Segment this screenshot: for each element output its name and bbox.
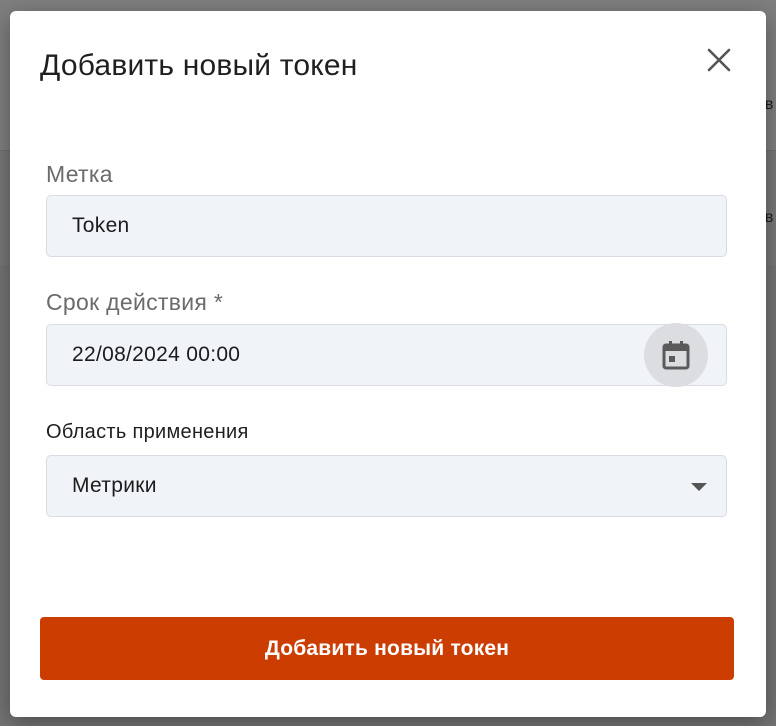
dialog-title: Добавить новый токен	[40, 49, 358, 82]
expiry-date-value: 22/08/2024 00:00	[72, 343, 241, 366]
scope-selected-value: Метрики	[72, 474, 157, 497]
expiry-field-label: Срок действия *	[46, 289, 224, 315]
add-token-dialog: Добавить новый токен Метка Token Срок де…	[10, 11, 766, 717]
expiry-date-input[interactable]: 22/08/2024 00:00	[46, 324, 727, 386]
close-button[interactable]	[700, 41, 738, 79]
add-token-button[interactable]: Добавить новый токен	[40, 617, 734, 680]
label-input[interactable]: Token	[46, 195, 727, 257]
calendar-button[interactable]	[644, 323, 708, 387]
label-input-value: Token	[72, 214, 130, 237]
chevron-down-icon	[691, 483, 707, 491]
close-icon	[707, 48, 731, 72]
calendar-icon	[662, 341, 690, 370]
scope-select[interactable]: Метрики	[46, 455, 727, 517]
scope-field-label: Область применения	[46, 421, 249, 443]
label-field-label: Метка	[46, 161, 113, 187]
